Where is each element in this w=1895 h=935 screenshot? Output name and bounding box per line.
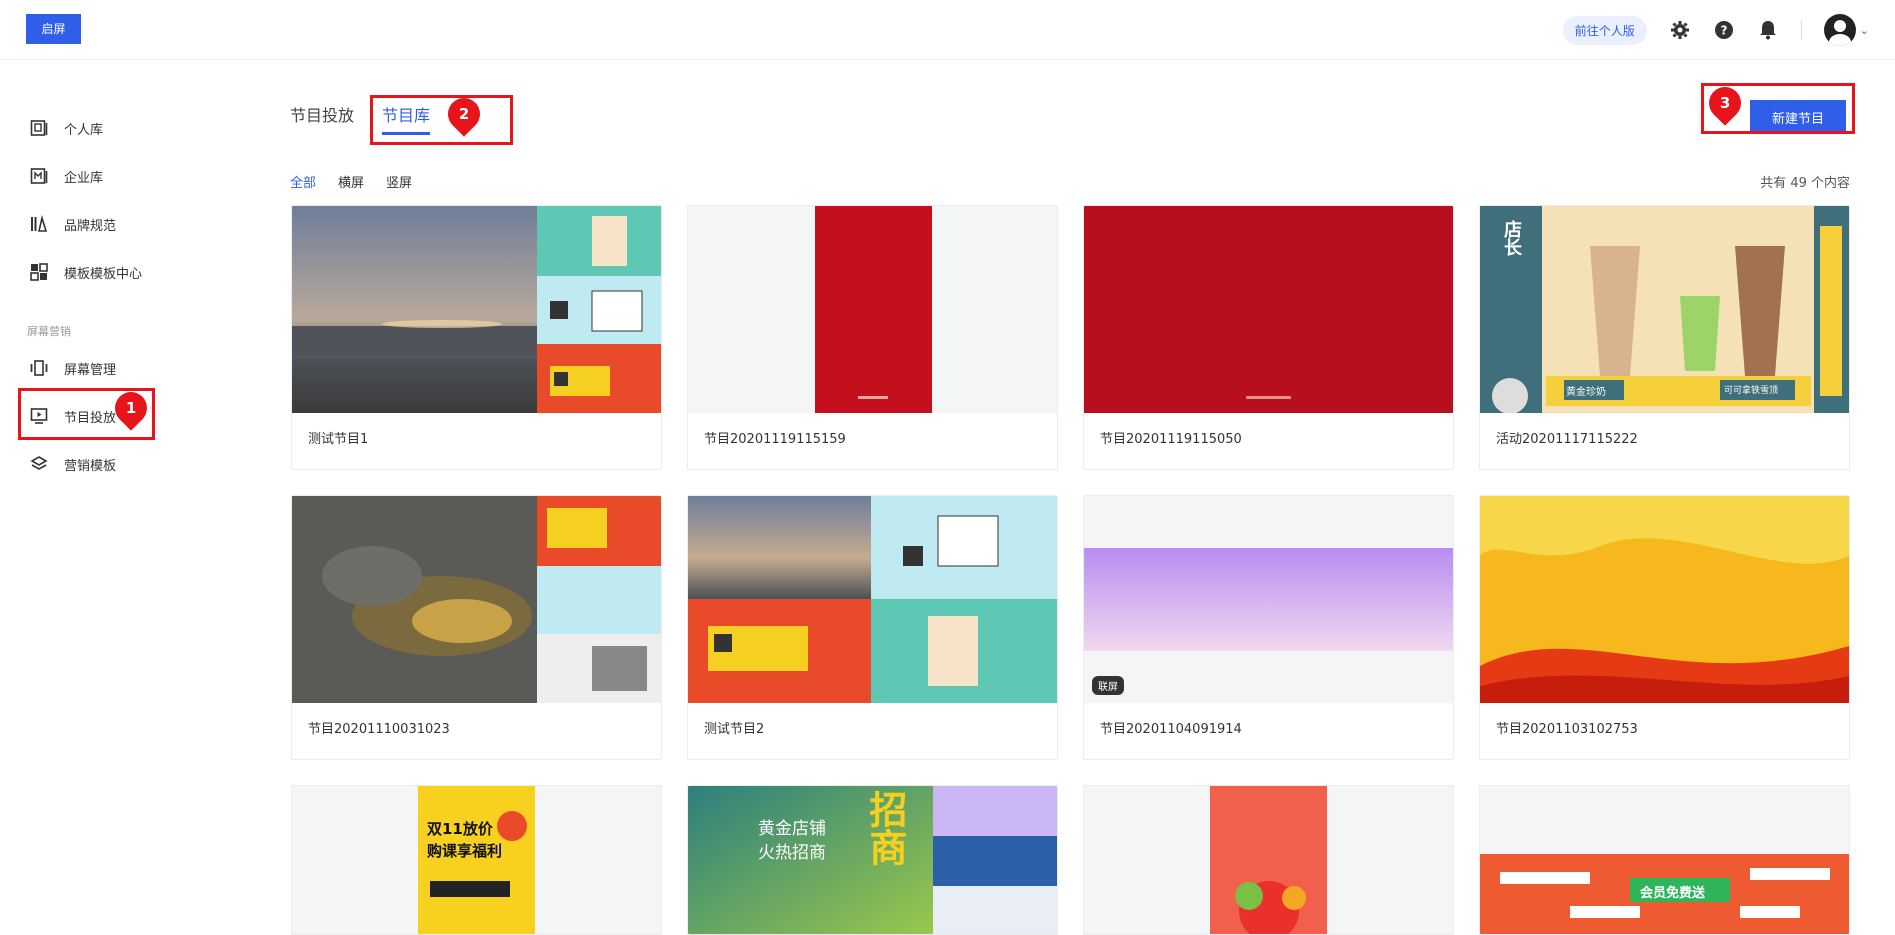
brand-guide-icon xyxy=(30,215,48,233)
avatar[interactable] xyxy=(1823,14,1856,46)
bell-icon[interactable] xyxy=(1757,19,1779,41)
program-title: 测试节目2 xyxy=(704,722,765,737)
sidebar-item-personal-library[interactable]: 个人库 xyxy=(30,113,103,143)
program-thumbnail: 联屏 xyxy=(1084,496,1453,703)
program-card[interactable]: 联屏 节目20201104091914 xyxy=(1083,495,1454,760)
program-thumbnail: 会员免费送 xyxy=(1480,786,1849,934)
thumb-text: 招商 xyxy=(863,790,907,866)
program-card[interactable]: 会员免费送 xyxy=(1479,785,1850,935)
main-content: 节目投放 节目库 新建节目 全部 横屏 竖屏 共有 49 个内容 测试节目1 节… xyxy=(290,60,1850,935)
sidebar-group-title: 屏幕营销 xyxy=(27,325,71,338)
program-card[interactable]: 节目20201119115159 xyxy=(687,205,1058,470)
program-thumbnail xyxy=(292,496,661,703)
sidebar-item-template-center[interactable]: 模板模板中心 xyxy=(30,257,142,287)
template-center-icon xyxy=(30,263,48,281)
program-thumbnail: 黄金店铺 火热招商 招商 xyxy=(688,786,1057,934)
sidebar-item-label: 模板模板中心 xyxy=(64,266,143,282)
sidebar-item-marketing-template[interactable]: 营销模板 xyxy=(30,449,116,479)
thumb-text: 可可拿铁雪顶 xyxy=(1724,386,1779,396)
chevron-down-icon: ⌄ xyxy=(1859,23,1869,37)
thumb-text: 购课享福利 xyxy=(427,842,503,860)
sidebar: 个人库 企业库 品牌规范 模板模板中心 屏幕营销 屏幕管理 节目投放 营销模板 xyxy=(0,60,260,930)
app-logo[interactable]: 启屏 xyxy=(26,14,81,44)
program-thumbnail: 店长 黄金珍奶 可可拿铁雪顶 xyxy=(1480,206,1849,413)
personal-library-icon xyxy=(30,119,48,137)
program-card[interactable]: 双11放价 购课享福利 xyxy=(291,785,662,935)
thumb-text: 黄金珍奶 xyxy=(1566,387,1606,398)
filter-all[interactable]: 全部 xyxy=(290,172,316,191)
program-thumbnail xyxy=(1084,206,1453,413)
sidebar-item-brand-guide[interactable]: 品牌规范 xyxy=(30,209,116,239)
program-card[interactable]: 测试节目2 xyxy=(687,495,1058,760)
program-card[interactable]: 节目20201103102753 xyxy=(1479,495,1850,760)
program-thumbnail xyxy=(1084,786,1453,934)
sidebar-item-label: 个人库 xyxy=(64,122,104,138)
personal-version-link[interactable]: 前往个人版 xyxy=(1562,15,1647,45)
program-card[interactable]: 节目20201110031023 xyxy=(291,495,662,760)
program-card[interactable] xyxy=(1083,785,1454,935)
sidebar-item-label: 企业库 xyxy=(64,170,104,186)
filter-portrait[interactable]: 竖屏 xyxy=(386,172,412,191)
filter-bar: 全部 横屏 竖屏 xyxy=(290,172,412,191)
program-title: 节目20201110031023 xyxy=(308,722,450,737)
sidebar-item-label: 品牌规范 xyxy=(64,218,117,234)
thumb-text: 火热招商 xyxy=(758,843,826,863)
tab-program-play[interactable]: 节目投放 xyxy=(290,102,354,135)
program-title: 节目20201119115159 xyxy=(704,432,846,447)
program-thumbnail xyxy=(292,206,661,413)
program-title: 活动20201117115222 xyxy=(1496,432,1638,447)
program-thumbnail: 双11放价 购课享福利 xyxy=(292,786,661,934)
svg-text:?: ? xyxy=(1720,24,1727,38)
top-bar: 启屏 前往个人版 ? ⌄ xyxy=(0,0,1895,60)
program-title: 节目20201103102753 xyxy=(1496,722,1638,737)
program-title: 测试节目1 xyxy=(308,432,369,447)
help-icon[interactable]: ? xyxy=(1713,19,1735,41)
thumb-text: 店长 xyxy=(1501,220,1522,256)
sidebar-item-label: 屏幕管理 xyxy=(64,362,117,378)
sidebar-item-enterprise-library[interactable]: 企业库 xyxy=(30,161,103,191)
screen-icon xyxy=(30,359,48,377)
top-right-actions: 前往个人版 ? ⌄ xyxy=(1562,10,1869,50)
program-thumbnail xyxy=(1480,496,1849,703)
enterprise-library-icon xyxy=(30,167,48,185)
thumb-text: 双11放价 xyxy=(427,820,493,838)
sidebar-item-label: 营销模板 xyxy=(64,458,117,474)
sidebar-item-screen-management[interactable]: 屏幕管理 xyxy=(30,353,116,383)
user-menu[interactable]: ⌄ xyxy=(1823,14,1869,46)
gear-icon[interactable] xyxy=(1669,19,1691,41)
program-card[interactable]: 节目20201119115050 xyxy=(1083,205,1454,470)
layers-icon xyxy=(30,455,48,473)
highlight-box-tab-library xyxy=(370,95,513,145)
thumb-text: 会员免费送 xyxy=(1640,886,1706,901)
program-card[interactable]: 店长 黄金珍奶 可可拿铁雪顶 活动20201117115222 xyxy=(1479,205,1850,470)
filter-landscape[interactable]: 横屏 xyxy=(338,172,364,191)
program-card[interactable]: 黄金店铺 火热招商 招商 xyxy=(687,785,1058,935)
content-count: 共有 49 个内容 xyxy=(1760,176,1850,191)
program-title: 节目20201119115050 xyxy=(1100,432,1242,447)
thumb-text: 黄金店铺 xyxy=(758,819,826,839)
divider xyxy=(1800,20,1802,40)
program-thumbnail xyxy=(688,206,1057,413)
linked-screen-badge: 联屏 xyxy=(1092,676,1124,695)
program-thumbnail xyxy=(688,496,1057,703)
program-title: 节目20201104091914 xyxy=(1100,722,1242,737)
program-card[interactable]: 测试节目1 xyxy=(291,205,662,470)
